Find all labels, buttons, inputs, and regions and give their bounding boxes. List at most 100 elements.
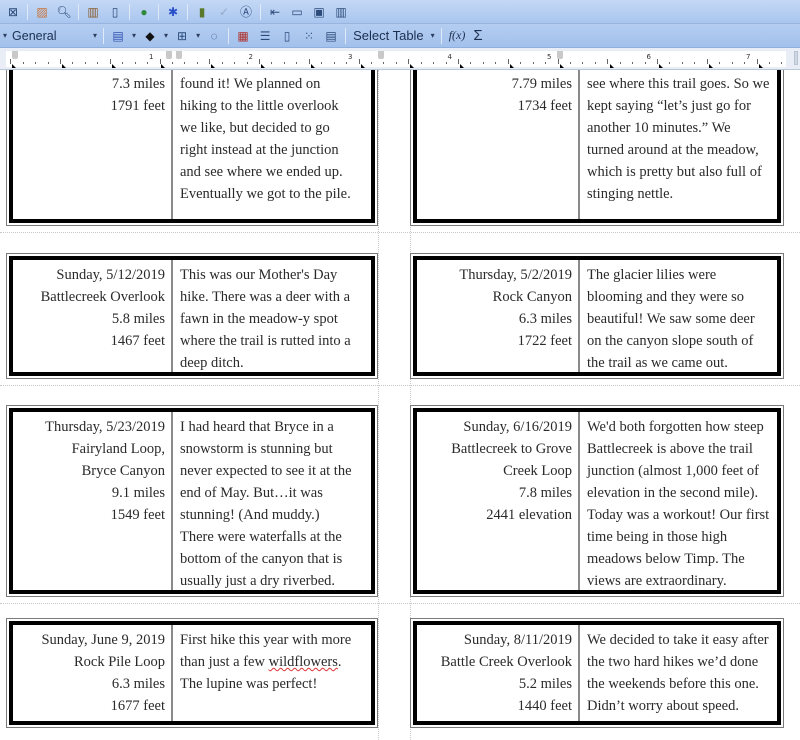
tab-stop-marker[interactable] <box>709 64 714 68</box>
hike-notes-cell[interactable]: mythical “rock pile” we finallyfound it!… <box>173 70 371 219</box>
tab-stop-marker[interactable] <box>310 64 315 68</box>
background-color-icon[interactable]: ▤ <box>109 27 127 45</box>
sum-button[interactable]: Σ <box>469 27 486 44</box>
style-combo-value[interactable]: General <box>10 29 90 43</box>
hike-detail-line: 6.3 miles <box>111 676 165 692</box>
tab-stop-marker[interactable] <box>111 64 116 68</box>
formula-button[interactable]: f(x) <box>445 28 470 43</box>
hike-detail-line: 1467 feet <box>110 333 165 349</box>
margin-marker[interactable] <box>12 51 18 59</box>
margin-marker[interactable] <box>176 51 182 59</box>
columns-icon[interactable]: ▥ <box>332 3 350 21</box>
tab-stop-marker[interactable] <box>161 64 166 68</box>
hike-details-cell[interactable]: Rock Pile Loop7.3 miles1791 feet <box>13 70 173 219</box>
grid-icon[interactable]: ⁙ <box>300 27 318 45</box>
hike-details-cell[interactable]: Sunday, 6/16/2019 Battlecreek to Grove Cre… <box>417 412 580 590</box>
rotate-icon[interactable]: ◌ <box>205 27 223 45</box>
tab-stop-marker[interactable] <box>609 64 614 68</box>
document-canvas[interactable]: Rock Pile Loop 7.3 miles 1791 feet mythical… <box>0 70 800 740</box>
zoom-icon[interactable]: 🔍︎ <box>55 3 73 21</box>
hike-notes-cell[interactable]: We'd both forgotten how steep Battlecreek… <box>580 412 777 590</box>
split-columns-icon[interactable]: ▯ <box>278 27 296 45</box>
style-combo[interactable]: General ▾ <box>10 26 100 46</box>
hike-notes-cell[interactable]: far today, but we also wanted tosee wher… <box>580 70 777 219</box>
hike-entry-table[interactable]: Thursday, 5/23/2019 Fairyland Loop, Bryce … <box>6 405 378 597</box>
tab-stop-marker[interactable] <box>261 64 265 68</box>
hike-detail-line: Battle Creek Overlook <box>440 654 572 670</box>
hike-notes-cell[interactable]: The glacier lilies were blooming and they… <box>580 260 777 372</box>
chevron-down-icon[interactable]: ▾ <box>196 31 200 40</box>
table-properties-icon[interactable]: ▤ <box>322 27 340 45</box>
ruler-scale[interactable]: 12345678 <box>6 51 786 68</box>
hike-entry-table[interactable]: Sunday, 5/12/2019 Battlecreek Overlook 5.8… <box>6 253 378 379</box>
hike-note-line: meadows below Timp. The <box>587 551 745 567</box>
hike-entry-table[interactable]: Sunday, June 9, 2019 Rock Pile Loop 6.3 mi… <box>6 618 378 728</box>
tab-stop-marker[interactable] <box>61 64 66 68</box>
frame-icon[interactable]: ⊠ <box>4 3 22 21</box>
hike-details-cell[interactable]: Windy Pass Meadow7.79 miles1734 feet <box>417 70 580 219</box>
hike-detail-line: 7.8 miles <box>518 485 572 501</box>
borders-icon[interactable]: ⊞ <box>173 27 191 45</box>
toolbar-overflow-arrow[interactable]: ▾ <box>3 31 7 40</box>
ruler-tick <box>358 59 360 64</box>
margin-marker[interactable] <box>557 51 563 59</box>
hike-entry-table[interactable]: Sunday, 8/11/2019 Battle Creek Overlook 5.… <box>410 618 784 728</box>
hike-details-cell[interactable]: Sunday, 8/11/2019 Battle Creek Overlook 5.… <box>417 625 580 721</box>
hike-details-cell[interactable]: Thursday, 5/23/2019 Fairyland Loop, Bryce … <box>13 412 173 590</box>
hike-entry-table[interactable]: Sunday, 6/16/2019 Battlecreek to Grove Cre… <box>410 405 784 597</box>
chart-icon[interactable]: ▮ <box>193 3 211 21</box>
horizontal-ruler[interactable]: 12345678 <box>0 48 800 70</box>
hike-notes-cell[interactable]: We decided to take it easy after the two … <box>580 625 777 721</box>
chevron-down-icon[interactable]: ▾ <box>132 31 136 40</box>
hike-note-line: elevation in the second mile). <box>587 485 759 501</box>
hike-entry-table[interactable]: Thursday, 5/2/2019 Rock Canyon 6.3 miles 17… <box>410 253 784 379</box>
hike-details-cell[interactable]: Sunday, June 9, 2019 Rock Pile Loop 6.3 mi… <box>13 625 173 721</box>
chevron-down-icon[interactable]: ▾ <box>431 31 435 40</box>
ruler-tick <box>557 59 559 64</box>
image-icon[interactable]: ▨ <box>33 3 51 21</box>
tab-stop-marker[interactable] <box>460 64 465 68</box>
tab-stop-marker[interactable] <box>510 64 514 68</box>
tab-stop-marker[interactable] <box>559 64 564 68</box>
indent-left-icon[interactable]: ⇤ <box>266 3 284 21</box>
margin-marker[interactable] <box>378 51 384 59</box>
check-icon[interactable]: ✓ <box>215 3 233 21</box>
margin-marker[interactable] <box>166 51 172 59</box>
select-table-button[interactable]: Select Table <box>349 28 428 43</box>
hike-entry-table[interactable]: Windy Pass Meadow7.79 miles1734 feetfar … <box>410 70 784 226</box>
page-right-icon[interactable]: ▭ <box>288 3 306 21</box>
book-icon[interactable]: ▥ <box>84 3 102 21</box>
tab-stop-marker[interactable] <box>211 64 216 68</box>
chevron-down-icon[interactable]: ▾ <box>93 31 97 40</box>
hike-detail-line: 1734 feet <box>517 98 572 114</box>
hike-entry-row: Thursday, 5/2/2019 Rock Canyon 6.3 miles 17… <box>413 256 781 376</box>
merge-rows-icon[interactable]: ☰ <box>256 27 274 45</box>
asterisk-icon[interactable]: ✱ <box>164 3 182 21</box>
hike-detail-line: 1722 feet <box>517 333 572 349</box>
tab-stop-marker[interactable] <box>12 64 16 68</box>
hike-notes-cell[interactable]: This was our Mother's Day hike. There was… <box>173 260 371 372</box>
tab-stop-marker[interactable] <box>759 64 763 68</box>
hike-notes-cell[interactable]: First hike this year with more than just … <box>173 625 371 721</box>
tab-stop-marker[interactable] <box>410 64 415 68</box>
chevron-down-icon[interactable]: ▾ <box>164 31 168 40</box>
ruler-tick <box>122 62 124 64</box>
ruler-tick <box>259 59 260 64</box>
spelling-error-mark[interactable]: wildflowers <box>269 654 338 670</box>
hike-details-cell[interactable]: Thursday, 5/2/2019 Rock Canyon 6.3 miles 17… <box>417 260 580 372</box>
binder-icon[interactable]: ▯ <box>106 3 124 21</box>
insert-table-icon[interactable]: ▦ <box>234 27 252 45</box>
hike-notes-cell[interactable]: I had heard that Bryce in a snowstorm is … <box>173 412 371 590</box>
hike-note-line: There were waterfalls at the <box>180 529 342 545</box>
tab-stop-marker[interactable] <box>659 64 664 68</box>
text-frame-icon[interactable]: Ⓐ <box>237 3 255 21</box>
edit-doc-icon[interactable]: ▣ <box>310 3 328 21</box>
hike-details-cell[interactable]: Sunday, 5/12/2019 Battlecreek Overlook 5.8… <box>13 260 173 372</box>
hike-note-line: snowstorm is stunning but <box>180 441 333 457</box>
hike-entry-table[interactable]: Rock Pile Loop7.3 miles1791 feetmythical… <box>6 70 378 226</box>
fill-color-icon[interactable]: ◆ <box>141 27 159 45</box>
tab-stop-marker[interactable] <box>360 64 365 68</box>
ruler-scroll-handle[interactable] <box>794 51 798 65</box>
globe-icon[interactable]: ● <box>135 3 153 21</box>
hike-note-line: hike. There was a deer with a <box>180 289 351 305</box>
